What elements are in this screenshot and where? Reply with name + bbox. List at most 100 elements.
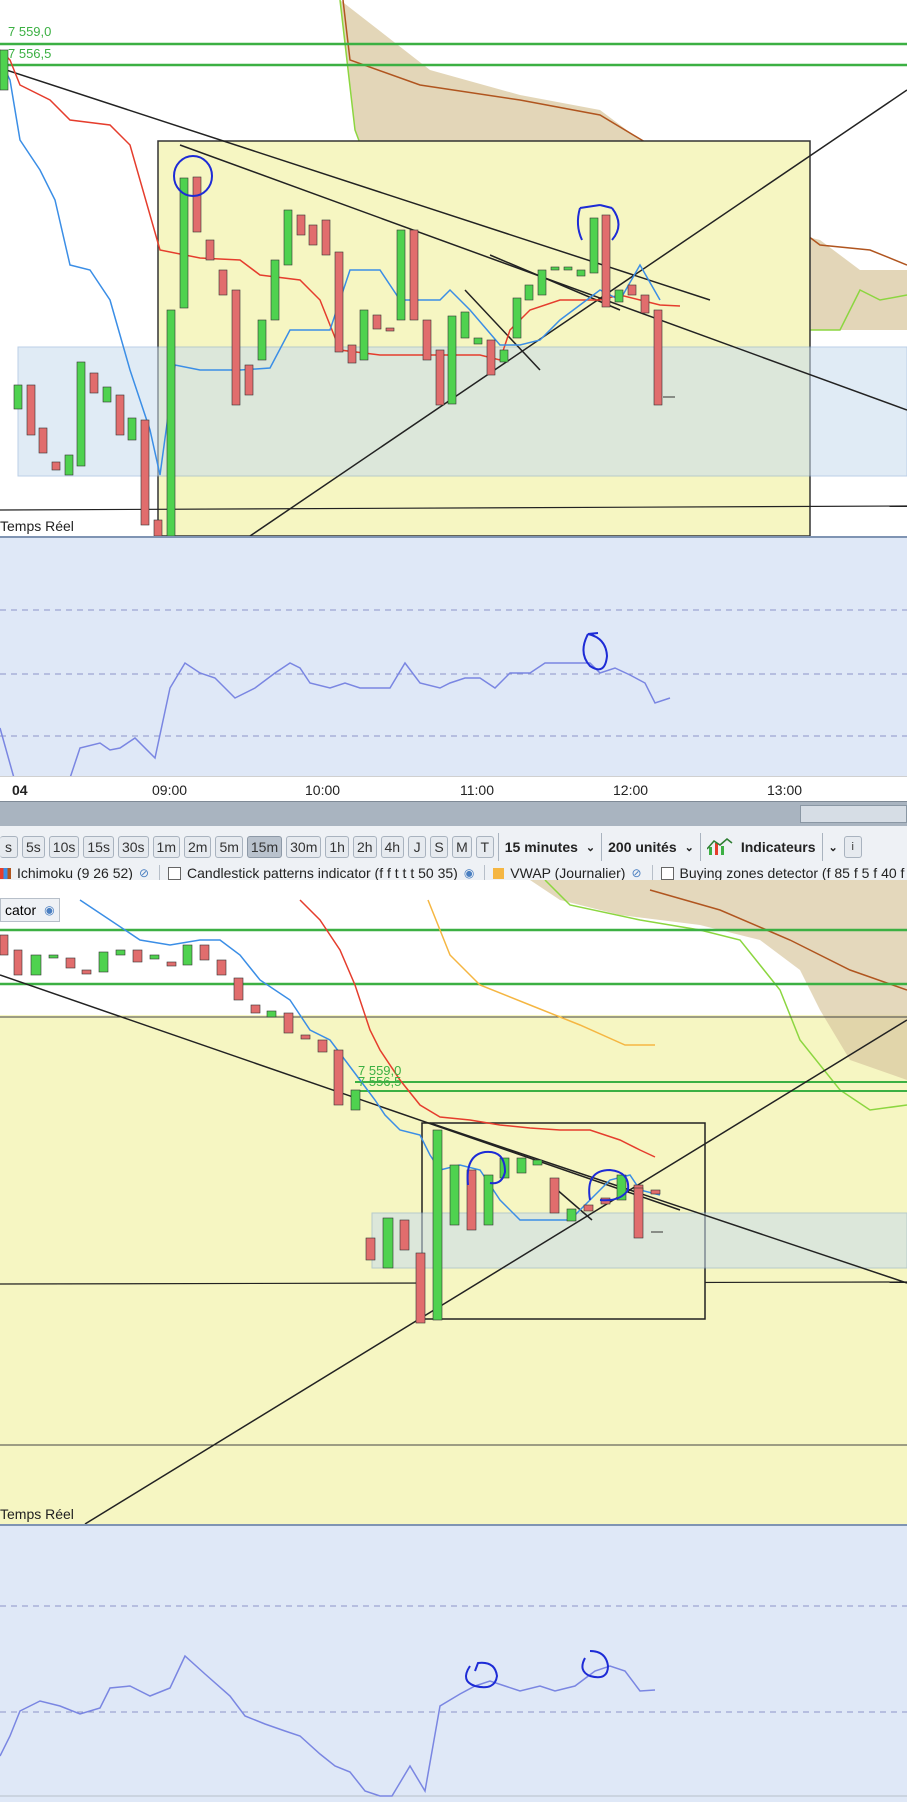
rsi-canvas-top <box>0 609 907 778</box>
visibility-off-icon[interactable]: ⊘ <box>631 866 641 880</box>
candle <box>473 337 483 345</box>
price-label-bottom-2: 7 556,5 <box>358 1074 402 1089</box>
candle <box>300 1034 311 1040</box>
timeframe-button[interactable]: 10s <box>48 836 80 858</box>
candle <box>140 419 150 526</box>
eye-icon[interactable]: ◉ <box>44 903 54 917</box>
bottom-chart-canvas <box>0 880 907 1524</box>
visibility-off-icon[interactable]: ⊘ <box>139 866 149 880</box>
candle <box>460 311 470 339</box>
timeframe-button[interactable]: J <box>408 836 427 858</box>
indicator-label[interactable]: Candlestick patterns indicator (f f t t … <box>187 865 458 881</box>
top-price-chart[interactable]: 7 559,0 7 556,5 Temps Réel <box>0 0 907 536</box>
time-axis: 04 09:00 10:00 11:00 12:00 13:00 <box>0 776 907 801</box>
candle <box>48 954 59 959</box>
candle <box>233 977 244 1001</box>
timeframe-button[interactable]: S <box>430 836 449 858</box>
candle <box>89 372 99 394</box>
timeframe-button[interactable]: 15s <box>83 836 114 858</box>
time-label: 12:00 <box>613 782 649 798</box>
candle <box>627 284 637 296</box>
divider <box>484 865 486 881</box>
timeframe-button[interactable]: 1h <box>325 836 349 858</box>
timeframe-button[interactable]: 4h <box>380 836 405 858</box>
time-label: 10:00 <box>305 782 341 798</box>
candle <box>0 49 9 91</box>
indicator-label[interactable]: Ichimoku (9 26 52) <box>17 865 133 881</box>
candle <box>102 386 112 403</box>
candle <box>385 327 395 332</box>
rsi-annotation-circle-top <box>582 632 609 671</box>
candle <box>244 364 254 396</box>
candle <box>38 427 48 454</box>
candle <box>132 949 143 963</box>
chevron-down-icon: ⌄ <box>585 841 596 854</box>
info-icon[interactable]: i <box>843 836 862 858</box>
candle <box>447 315 457 405</box>
candle <box>199 944 210 961</box>
chevron-down-icon: ⌄ <box>828 841 838 854</box>
candle <box>250 1004 261 1014</box>
timeframe-row: s 5s 10s 15s 30s 1m 2m 5m 15m 30m 1h 2h … <box>0 832 866 862</box>
time-label: 09:00 <box>152 782 188 798</box>
bottom-price-chart[interactable]: 7 559,0 7 556,5 Temps Réel <box>0 880 907 1524</box>
candle <box>563 266 573 271</box>
candle <box>149 954 160 960</box>
candle <box>516 1157 527 1174</box>
timeframe-button[interactable]: s <box>0 836 18 858</box>
candle <box>365 1237 376 1261</box>
toolbar-dropdown[interactable]: ⌄ <box>821 833 844 861</box>
indicators-chart-icon <box>706 838 733 855</box>
candle <box>409 229 419 321</box>
units-select[interactable]: 200 unités ⌄ <box>601 833 700 861</box>
timeframe-button[interactable]: 5m <box>215 836 243 858</box>
vwap-color-icon <box>493 867 505 879</box>
candle <box>650 1189 661 1195</box>
timeframe-button[interactable]: 5s <box>22 836 45 858</box>
indicators-button[interactable]: Indicateurs <box>699 833 822 861</box>
candle <box>81 969 92 975</box>
candle <box>296 214 306 236</box>
candle <box>76 361 86 467</box>
candle <box>486 339 496 376</box>
units-select-value: 200 unités <box>608 839 677 855</box>
candle <box>415 1252 426 1324</box>
timeframe-button[interactable]: 30s <box>117 836 149 858</box>
timeframe-button-active[interactable]: 15m <box>246 836 283 858</box>
candle <box>537 269 547 296</box>
time-label: 13:00 <box>767 782 803 798</box>
timeframe-button[interactable]: M <box>452 836 472 858</box>
indicator-badge[interactable]: cator ◉ <box>0 898 60 922</box>
chart-scrollbar[interactable] <box>0 801 907 827</box>
indicator-checkbox[interactable] <box>168 866 182 880</box>
divider <box>651 865 653 881</box>
timeframe-button[interactable]: T <box>475 836 494 858</box>
candle <box>633 1187 644 1239</box>
timeframe-button[interactable]: 1m <box>152 836 180 858</box>
timeframe-button[interactable]: 2h <box>352 836 377 858</box>
indicator-label[interactable]: Buying zones detector (f 85 f 5 f 40 f <box>680 865 905 881</box>
realtime-label-bottom: Temps Réel <box>0 1506 74 1522</box>
timeframe-button[interactable]: 30m <box>286 836 322 858</box>
candle <box>0 934 9 956</box>
eye-icon[interactable]: ◉ <box>464 866 474 880</box>
candle <box>566 1208 577 1222</box>
candle <box>218 269 228 296</box>
candle <box>115 949 126 956</box>
scrollbar-thumb[interactable] <box>800 805 907 823</box>
candle <box>532 1159 543 1166</box>
candle <box>205 239 215 261</box>
candle <box>399 1219 410 1251</box>
top-rsi-panel[interactable] <box>0 536 907 778</box>
indicator-label[interactable]: VWAP (Journalier) <box>510 865 625 881</box>
divider <box>159 865 161 881</box>
timeframe-button[interactable]: 2m <box>183 836 212 858</box>
top-chart-canvas <box>0 0 907 536</box>
candle <box>308 224 318 246</box>
bottom-rsi-panel[interactable] <box>0 1524 907 1802</box>
candle <box>524 284 534 301</box>
price-label-top-2: 7 556,5 <box>8 46 52 61</box>
interval-select[interactable]: 15 minutes ⌄ <box>497 833 602 861</box>
indicator-checkbox[interactable] <box>660 866 674 880</box>
candle <box>422 319 432 361</box>
